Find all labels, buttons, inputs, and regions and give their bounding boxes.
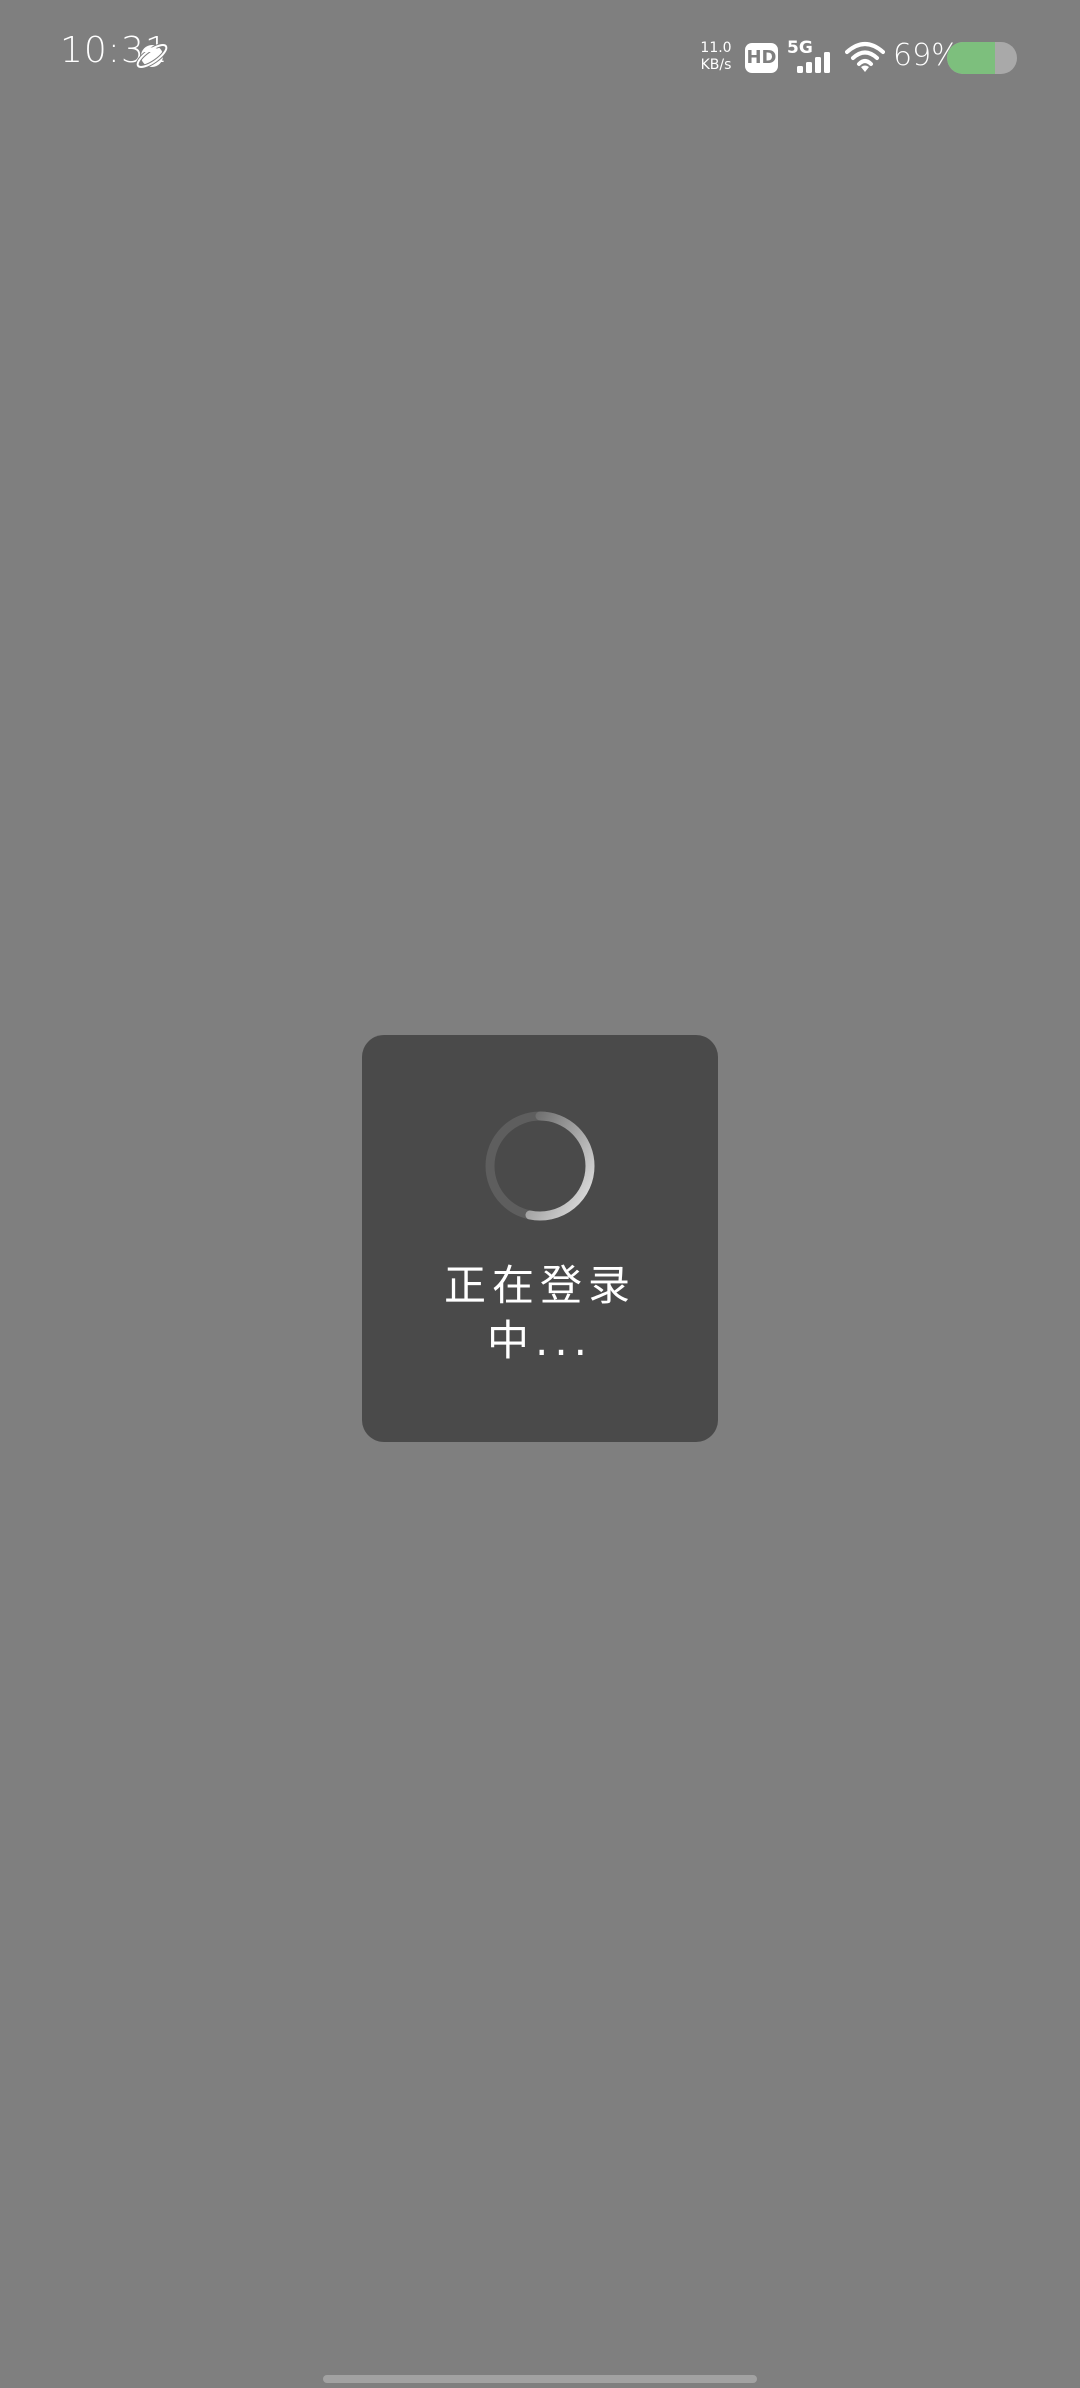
loading-message-line2: 中... — [486, 1316, 594, 1365]
battery-icon — [947, 42, 1017, 74]
network-speed-unit: KB/s — [700, 57, 732, 73]
status-bar: 10:31 11.0 KB/s HD 5G 69% — [0, 0, 1080, 120]
loading-dialog: 正在登录 中... — [362, 1035, 718, 1442]
network-speed-value: 11.0 — [700, 40, 732, 56]
loading-message-line1: 正在登录 — [443, 1261, 636, 1310]
wifi-icon — [845, 42, 885, 72]
hd-badge: HD — [745, 43, 778, 73]
planet-icon — [135, 43, 169, 69]
signal-bars-icon — [797, 52, 830, 73]
network-speed: 11.0 KB/s — [693, 40, 739, 74]
cellular-signal-icon: 5G — [787, 38, 835, 76]
home-indicator[interactable] — [323, 2375, 757, 2383]
battery-level-fill — [947, 42, 996, 74]
loading-message: 正在登录 中... — [362, 1258, 718, 1368]
loading-spinner-icon — [485, 1111, 595, 1221]
